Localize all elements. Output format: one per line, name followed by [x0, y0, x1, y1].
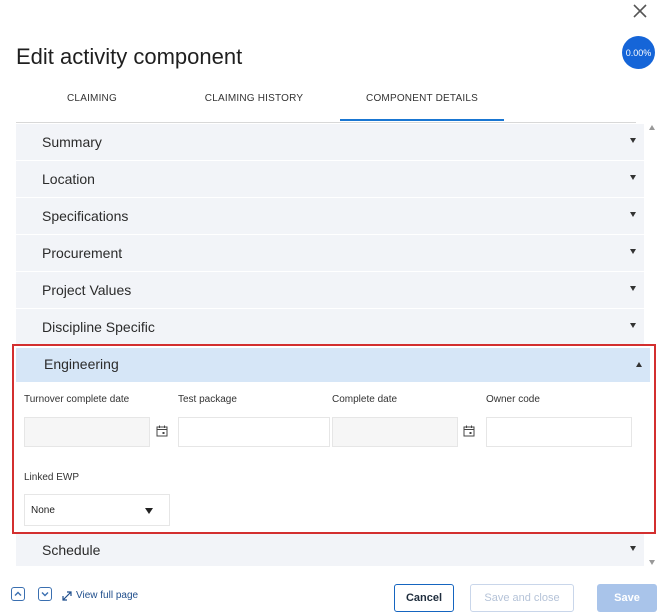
turnover-complete-date-field[interactable]	[24, 417, 150, 447]
owner-code-field[interactable]	[486, 417, 632, 447]
tab-claiming[interactable]: CLAIMING	[50, 88, 134, 122]
expand-icon[interactable]	[62, 591, 72, 601]
chevron-down-icon	[630, 212, 636, 217]
linked-ewp-value: None	[31, 505, 55, 516]
calendar-icon[interactable]	[463, 425, 475, 437]
section-label: Location	[42, 171, 95, 187]
test-package-label: Test package	[178, 394, 237, 405]
section-label: Schedule	[42, 542, 101, 558]
chevron-down-icon	[630, 546, 636, 551]
section-location[interactable]: Location	[16, 161, 644, 198]
section-label: Procurement	[42, 245, 123, 261]
chevron-down-icon	[41, 592, 49, 597]
chevron-down-icon	[630, 323, 636, 328]
dropdown-arrow-icon	[145, 508, 153, 514]
section-label: Specifications	[42, 208, 129, 224]
tab-claiming-history[interactable]: CLAIMING HISTORY	[194, 88, 314, 122]
section-project-values[interactable]: Project Values	[16, 272, 644, 309]
calendar-icon[interactable]	[156, 425, 168, 437]
scroll-down-icon[interactable]	[649, 560, 655, 565]
section-procurement[interactable]: Procurement	[16, 235, 644, 272]
progress-badge: 0.00%	[622, 36, 655, 69]
section-engineering-header[interactable]: Engineering	[16, 348, 650, 382]
tab-component-details[interactable]: COMPONENT DETAILS	[340, 88, 504, 121]
section-label: Discipline Specific	[42, 319, 155, 335]
chevron-up-icon	[14, 591, 22, 596]
dialog-title: Edit activity component	[16, 44, 243, 69]
scroll-up-icon[interactable]	[649, 125, 655, 130]
save-and-close-button[interactable]: Save and close	[470, 584, 574, 612]
section-engineering: Engineering Turnover complete date Test …	[12, 344, 656, 534]
save-button[interactable]: Save	[597, 584, 657, 612]
turnover-complete-date-label: Turnover complete date	[24, 394, 130, 405]
owner-code-label: Owner code	[486, 394, 540, 405]
complete-date-field[interactable]	[332, 417, 458, 447]
chevron-down-icon	[630, 249, 636, 254]
test-package-field[interactable]	[178, 417, 330, 447]
close-icon[interactable]	[631, 2, 649, 20]
section-label: Engineering	[44, 356, 119, 372]
chevron-down-icon	[630, 175, 636, 180]
section-label: Project Values	[42, 282, 132, 298]
view-full-page-link[interactable]: View full page	[76, 590, 138, 601]
tab-bar: CLAIMING CLAIMING HISTORY COMPONENT DETA…	[16, 88, 636, 123]
previous-button[interactable]	[11, 587, 25, 601]
section-summary[interactable]: Summary	[16, 124, 644, 161]
chevron-up-icon	[636, 362, 642, 367]
section-schedule[interactable]: Schedule	[16, 532, 644, 566]
next-button[interactable]	[38, 587, 52, 601]
linked-ewp-label: Linked EWP	[24, 472, 80, 483]
section-specifications[interactable]: Specifications	[16, 198, 644, 235]
section-discipline-specific[interactable]: Discipline Specific	[16, 309, 644, 346]
linked-ewp-select[interactable]: None	[24, 494, 170, 526]
chevron-down-icon	[630, 286, 636, 291]
section-label: Summary	[42, 134, 102, 150]
complete-date-label: Complete date	[332, 394, 398, 405]
cancel-button[interactable]: Cancel	[394, 584, 454, 612]
chevron-down-icon	[630, 138, 636, 143]
